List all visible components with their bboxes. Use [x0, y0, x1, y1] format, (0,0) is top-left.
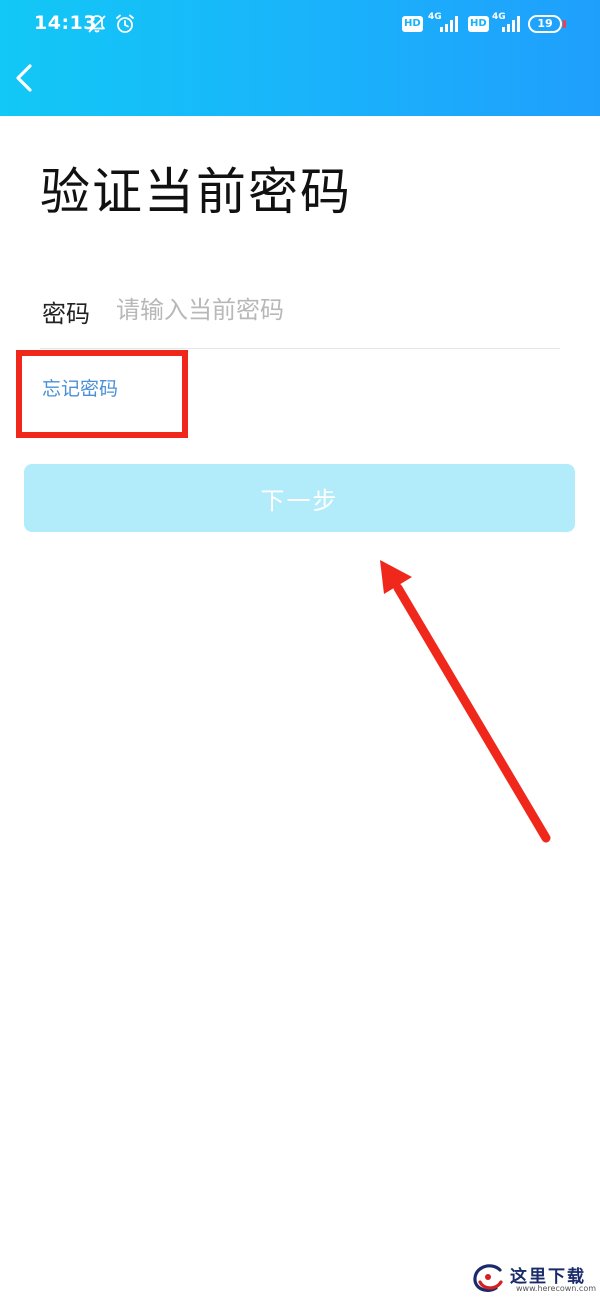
watermark-logo-icon — [473, 1264, 503, 1292]
battery-tip — [563, 20, 566, 28]
password-label: 密码 — [42, 300, 90, 328]
muted-bell-icon — [88, 15, 106, 33]
verify-password-screen: 14:13 HD 4G HD 4G 19 验证当前密码 密码 忘记密码 下一步 … — [0, 0, 600, 1300]
alarm-icon — [116, 14, 134, 33]
signal-strength-icon — [440, 16, 458, 32]
hd-badge-2: HD — [468, 16, 489, 32]
status-bar: 14:13 HD 4G HD 4G 19 — [0, 0, 600, 50]
signal-strength-icon-2 — [502, 16, 520, 32]
watermark: 这里下载 www.herecown.com — [470, 1260, 596, 1296]
page-title: 验证当前密码 — [40, 163, 352, 221]
password-input[interactable] — [116, 288, 546, 332]
next-step-button[interactable]: 下一步 — [24, 464, 575, 532]
watermark-url: www.herecown.com — [516, 1284, 596, 1293]
password-field-row: 密码 — [40, 278, 560, 349]
hd-badge: HD — [402, 16, 423, 32]
chevron-left-icon — [16, 64, 32, 92]
forgot-password-link[interactable]: 忘记密码 — [42, 374, 118, 401]
battery-indicator: 19 — [528, 15, 562, 33]
app-header: 14:13 HD 4G HD 4G 19 — [0, 0, 600, 116]
back-button[interactable] — [8, 58, 44, 98]
